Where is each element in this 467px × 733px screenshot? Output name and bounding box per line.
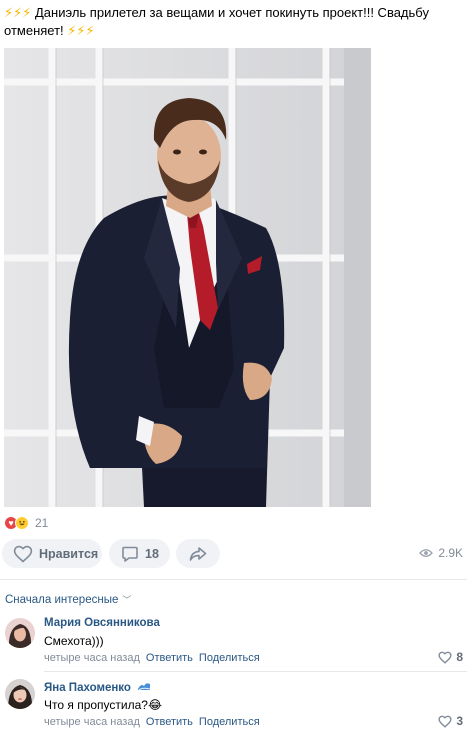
comment-text: Что я пропустила?😂	[44, 698, 162, 712]
comment-like-button[interactable]: 3	[438, 714, 463, 728]
share-link[interactable]: Поделиться	[199, 652, 260, 664]
heart-outline-icon	[13, 545, 33, 563]
comment-icon	[122, 546, 138, 562]
share-link[interactable]: Поделиться	[199, 716, 260, 728]
post-photo[interactable]	[4, 48, 371, 507]
laughing-reaction-icon	[15, 516, 29, 530]
avatar[interactable]	[5, 618, 35, 648]
comment-text: Смехота)))	[44, 634, 104, 648]
comment-count: 18	[145, 546, 159, 561]
like-label: Нравится	[39, 546, 99, 561]
share-icon	[189, 546, 207, 561]
heart-outline-icon	[438, 651, 452, 664]
comment-likes-count: 8	[456, 650, 463, 664]
heart-outline-icon	[438, 715, 452, 728]
lightning-icon: ⚡⚡⚡	[67, 23, 95, 38]
share-button[interactable]	[176, 539, 220, 568]
comment-time[interactable]: четыре часа назад	[44, 716, 140, 728]
comment-author[interactable]: Мария Овсянникова	[44, 617, 160, 629]
views-counter: 2.9K	[419, 546, 463, 560]
comment-time[interactable]: четыре часа назад	[44, 652, 140, 664]
section-divider	[0, 579, 467, 580]
reply-link[interactable]: Ответить	[146, 652, 193, 664]
man-in-suit-image	[4, 48, 371, 507]
eye-icon	[419, 549, 434, 557]
like-button[interactable]: Нравится	[2, 539, 102, 568]
comment-like-button[interactable]: 8	[438, 650, 463, 664]
reactions-count: 21	[35, 516, 49, 530]
lightning-icon: ⚡⚡⚡	[4, 5, 32, 20]
comment-divider	[44, 671, 467, 672]
sort-label: Сначала интересные	[5, 593, 119, 606]
comment-author-name: Яна Пахоменко	[44, 682, 131, 694]
comment-meta: четыре часа назад Ответить Поделиться	[44, 652, 260, 664]
comment-likes-count: 3	[456, 714, 463, 728]
comment-button[interactable]: 18	[109, 539, 170, 568]
views-count: 2.9K	[438, 546, 463, 560]
reactions-summary[interactable]: ♥ 21	[4, 515, 48, 531]
reply-link[interactable]: Ответить	[146, 716, 193, 728]
chevron-down-icon: ﹀	[122, 595, 132, 605]
comments-sort-dropdown[interactable]: Сначала интересные ﹀	[5, 593, 131, 606]
avatar[interactable]	[5, 679, 35, 709]
post-text: ⚡⚡⚡ Даниэль прилетел за вещами и хочет п…	[4, 4, 460, 40]
wave-icon	[138, 683, 151, 691]
comment-meta: четыре часа назад Ответить Поделиться	[44, 716, 260, 728]
comment-author[interactable]: Яна Пахоменко	[44, 681, 151, 694]
post-actions: Нравится 18 2.9K	[0, 539, 467, 569]
